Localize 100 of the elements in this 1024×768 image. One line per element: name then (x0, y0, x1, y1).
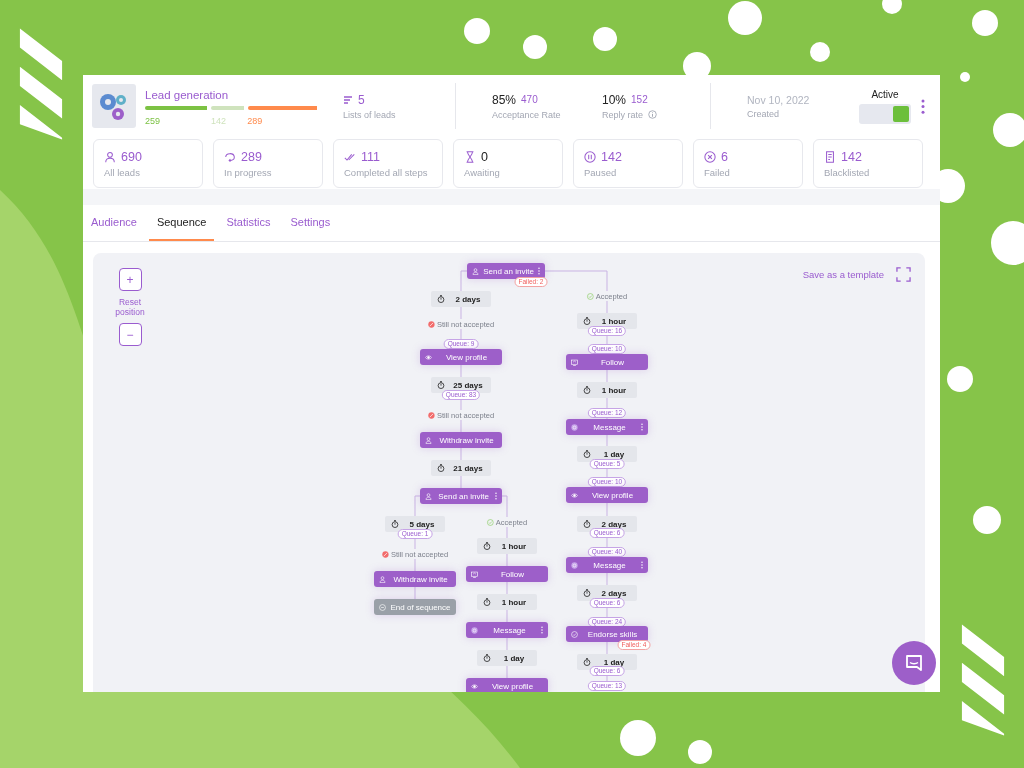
stat-card[interactable]: 289 In progress (213, 139, 323, 188)
fullscreen-icon[interactable] (896, 267, 911, 282)
step-node[interactable]: Withdraw invite (420, 432, 502, 448)
eye-icon (471, 682, 478, 690)
delay-step[interactable]: 2 days (431, 291, 491, 307)
step-node[interactable]: Withdraw invite (374, 571, 456, 587)
circle-decoration (810, 42, 830, 62)
delay-step[interactable]: 1 day (577, 446, 637, 462)
delay-step[interactable]: 5 days (385, 516, 445, 532)
created-label: Created (747, 108, 781, 119)
delay-step[interactable]: 1 hour (577, 382, 637, 398)
rate-label: Reply rate (602, 109, 644, 120)
step-node[interactable]: View profile (420, 349, 502, 365)
circle-decoration (464, 18, 490, 44)
stat-card[interactable]: 690 All leads (93, 139, 203, 188)
rate-percent: 85% (492, 92, 517, 107)
connector-line (460, 270, 468, 292)
connector-line (506, 526, 508, 539)
connector-line (506, 609, 508, 623)
delay-step[interactable]: 25 days (431, 377, 491, 393)
stat-card[interactable]: 142 Paused (573, 139, 683, 188)
circle-decoration (593, 27, 617, 51)
step-node[interactable]: Follow (466, 566, 548, 582)
tab[interactable]: Statistics (218, 205, 279, 241)
loop-arrow-icon (224, 150, 236, 163)
check-circle-icon (571, 630, 578, 638)
connector-line (460, 328, 462, 340)
step-node[interactable]: Send an invite (420, 488, 502, 504)
step-node[interactable]: Send an invite (467, 263, 545, 279)
step-node[interactable]: View profile (466, 678, 548, 692)
zoom-out-button[interactable]: − (118, 323, 142, 347)
step-node[interactable]: Message (466, 622, 548, 638)
status-label: Active (871, 88, 899, 100)
person-icon (425, 436, 432, 444)
stopwatch-icon (437, 381, 445, 389)
connector-line (506, 665, 508, 679)
rate-percent: 10% (602, 92, 627, 107)
stopwatch-icon (483, 542, 491, 550)
connector-line (460, 306, 462, 320)
connector-line (460, 475, 462, 489)
circle-decoration (688, 740, 712, 764)
connector-line (606, 434, 608, 447)
stat-card[interactable]: 6 Failed (693, 139, 803, 188)
delay-step[interactable]: 21 days (431, 460, 491, 476)
stat-label: Paused (584, 166, 618, 178)
circle-decoration (620, 720, 656, 756)
document-icon (824, 150, 836, 163)
circle-decoration (960, 72, 970, 82)
connector-line (606, 335, 608, 345)
delay-step[interactable]: 1 hour (477, 594, 537, 610)
tab[interactable]: Settings (282, 205, 339, 241)
connector-line (460, 364, 462, 378)
connector-line (460, 399, 462, 411)
person-icon (472, 267, 479, 275)
delay-step[interactable]: 1 hour (577, 313, 637, 329)
circle-decoration (973, 506, 1001, 534)
zoom-in-button[interactable]: + (118, 268, 142, 291)
stat-value: 289 (241, 149, 262, 164)
rate-count: 470 (521, 94, 538, 105)
segment-count: 289 (247, 116, 263, 126)
step-node[interactable]: End of sequence (374, 599, 456, 615)
stopwatch-icon (583, 658, 591, 666)
connector-line (544, 270, 608, 292)
delay-step[interactable]: 2 days (577, 585, 637, 601)
step-node[interactable]: View profile (566, 487, 648, 503)
rate-label: Acceptance Rate (492, 109, 561, 120)
tab[interactable]: Sequence (148, 205, 215, 241)
chat-icon (904, 653, 924, 673)
stopwatch-icon (583, 317, 591, 325)
lists-count: 5 (358, 92, 365, 107)
stat-label: Completed all steps (344, 166, 429, 178)
tab[interactable]: Audience (83, 205, 145, 241)
status-toggle[interactable] (859, 103, 911, 124)
step-node[interactable]: Message (566, 557, 648, 573)
connector-line (606, 572, 608, 586)
stat-label: Failed (704, 166, 731, 178)
delay-step[interactable]: 1 hour (477, 538, 537, 554)
person-icon (425, 492, 432, 500)
stopwatch-icon (583, 450, 591, 458)
gears-drawing (92, 84, 136, 128)
step-node[interactable]: Message (566, 419, 648, 435)
step-node[interactable]: Endorse skills (566, 626, 648, 642)
circle-decoration (972, 10, 998, 36)
step-node[interactable]: Follow (566, 354, 648, 370)
circle-decoration (991, 221, 1024, 265)
connector-line (414, 495, 421, 517)
eye-icon (571, 491, 578, 499)
campaign-name[interactable]: Lead generation (145, 89, 321, 101)
connector-line (506, 553, 508, 567)
stat-card[interactable]: 111 Completed all steps (333, 139, 443, 188)
reset-position-button[interactable]: Reset position (110, 297, 150, 318)
delay-step[interactable]: 1 day (477, 650, 537, 666)
stat-card[interactable]: 0 Awaiting (453, 139, 563, 188)
stat-label: Blacklisted (824, 166, 871, 178)
segment-count: 142 (211, 116, 227, 126)
connector-line (501, 495, 508, 518)
more-icon[interactable] (921, 98, 925, 114)
stat-card[interactable]: 142 Blacklisted (813, 139, 923, 188)
info-icon[interactable] (648, 110, 658, 119)
save-template-link[interactable]: Save as a template (802, 269, 884, 280)
